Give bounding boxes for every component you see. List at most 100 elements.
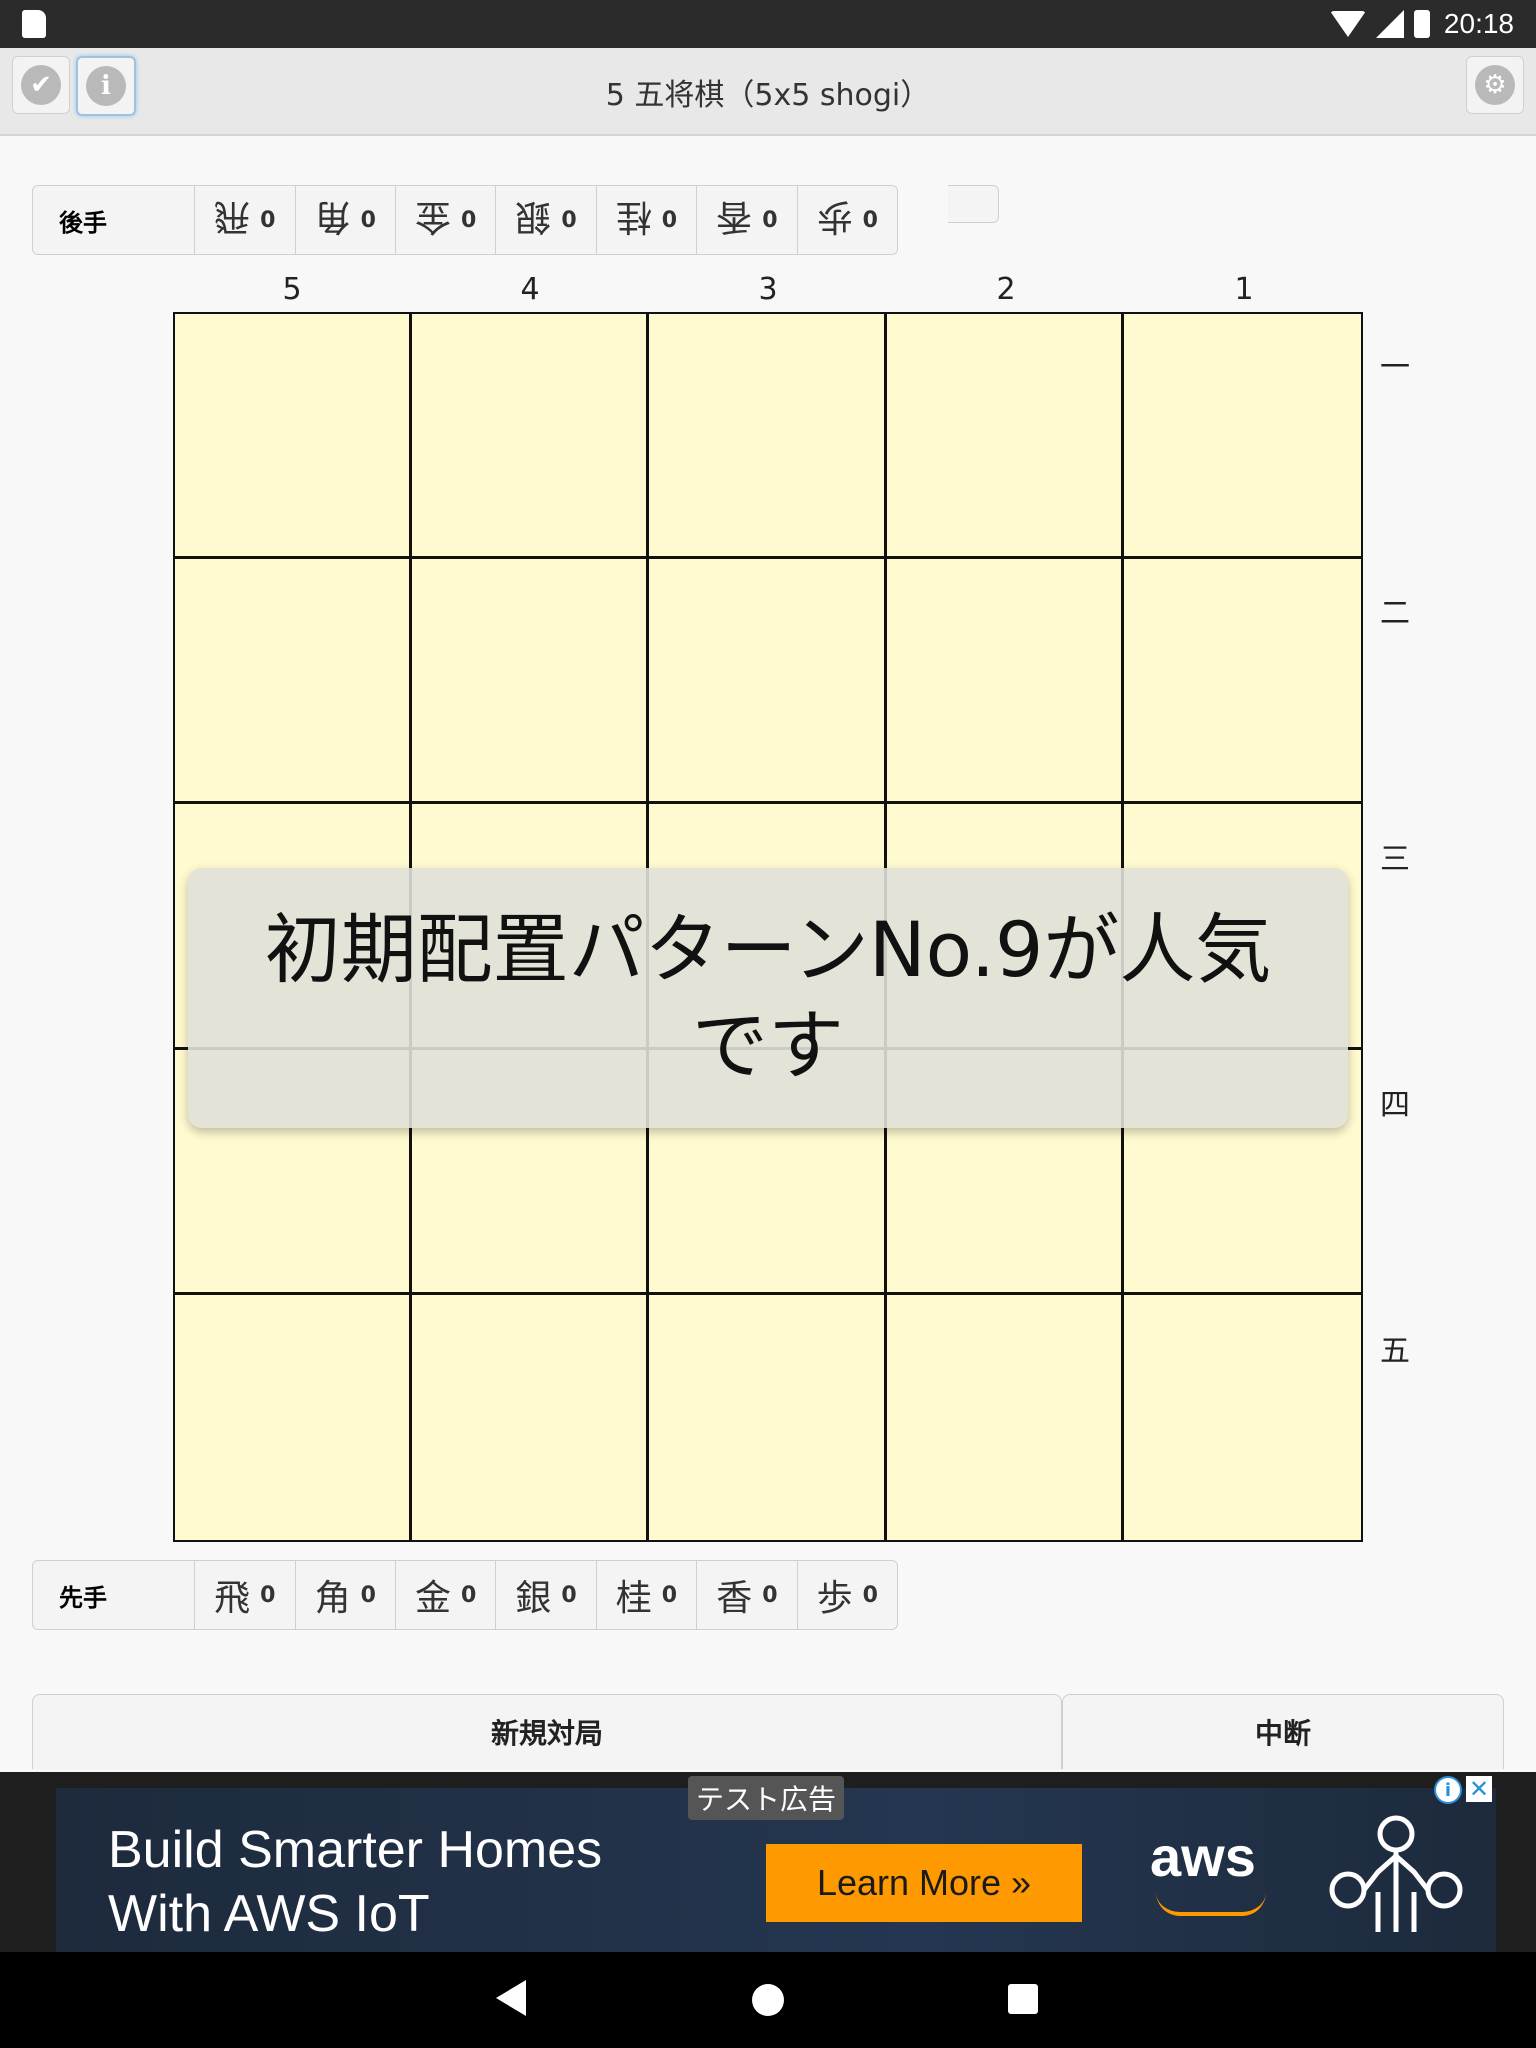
page-title: 5 五将棋（5x5 shogi） (605, 78, 931, 113)
piece-count: 0 (661, 1582, 678, 1608)
board-square[interactable] (175, 559, 413, 805)
piece-count: 0 (460, 1582, 477, 1608)
gote-hand-silver[interactable]: 銀0 (496, 186, 597, 254)
sente-player-label: 先手 (33, 1561, 196, 1629)
piece-count: 0 (661, 207, 678, 233)
piece-name: 金 (414, 196, 451, 237)
piece-count: 0 (862, 207, 878, 233)
gear-icon: ⚙ (1475, 65, 1515, 105)
row-label: 二 (1380, 596, 1410, 631)
piece-name: 角 (314, 1578, 351, 1619)
column-label: 4 (520, 272, 540, 307)
sd-card-icon (22, 10, 46, 38)
ad-headline: Build Smarter Homes With AWS IoT (108, 1821, 603, 1943)
gote-hand-rook[interactable]: 飛0 (195, 186, 296, 254)
piece-count: 0 (460, 207, 477, 233)
piece-count: 0 (260, 1582, 276, 1608)
home-icon[interactable] (752, 1984, 784, 2016)
column-label: 3 (758, 272, 778, 307)
wifi-icon (1329, 11, 1366, 37)
board-square[interactable] (412, 1294, 650, 1540)
piece-count: 0 (561, 1582, 577, 1608)
gote-player-label: 後手 (33, 186, 196, 254)
piece-count: 0 (762, 207, 778, 233)
piece-name: 銀 (515, 1578, 552, 1619)
sente-hand-bishop[interactable]: 角0 (296, 1561, 396, 1629)
status-icons: 20:18 (1329, 0, 1514, 48)
piece-name: 桂 (615, 1578, 652, 1619)
piece-name: 香 (716, 1578, 753, 1619)
gote-hand-pawn[interactable]: 歩0 (798, 186, 897, 254)
column-label: 2 (996, 272, 1016, 307)
piece-count: 0 (360, 207, 376, 233)
piece-name: 飛 (214, 196, 251, 237)
row-label: 四 (1380, 1088, 1410, 1123)
piece-name: 角 (314, 196, 351, 237)
piece-name: 飛 (214, 1578, 251, 1619)
piece-name: 銀 (515, 196, 552, 237)
board-square[interactable] (649, 559, 887, 805)
board-square[interactable] (649, 314, 887, 560)
column-label: 5 (282, 272, 302, 307)
aws-smile-icon (1156, 1892, 1266, 1916)
sente-hand-silver[interactable]: 銀0 (496, 1561, 597, 1629)
gote-hand-lance[interactable]: 香0 (697, 186, 798, 254)
sente-hand-gold[interactable]: 金0 (396, 1561, 497, 1629)
gote-hand-knight[interactable]: 桂0 (597, 186, 698, 254)
sente-hand-rook[interactable]: 飛0 (195, 1561, 296, 1629)
recent-apps-icon[interactable] (1008, 1984, 1038, 2014)
board-square[interactable] (412, 314, 650, 560)
board-square[interactable] (1123, 314, 1361, 560)
piece-name: 金 (414, 1578, 451, 1619)
battery-icon (1413, 10, 1430, 38)
back-icon[interactable] (496, 1980, 526, 2016)
clock: 20:18 (1443, 8, 1514, 39)
new-game-button[interactable]: 新規対局 (32, 1694, 1062, 1769)
ad-info-icon[interactable]: i (1434, 1776, 1462, 1804)
board-square[interactable] (887, 1294, 1124, 1540)
ad-learn-more-button[interactable]: Learn More » (766, 1844, 1082, 1922)
board-square[interactable] (886, 559, 1124, 805)
suspend-button[interactable]: 中断 (1062, 1694, 1504, 1769)
signal-icon (1375, 10, 1404, 38)
status-bar: 20:18 (0, 0, 1536, 48)
board-square[interactable] (175, 314, 413, 560)
aws-logo: aws (1150, 1825, 1256, 1888)
row-label: 三 (1380, 842, 1410, 877)
row-label: 一 (1380, 350, 1410, 385)
piece-name: 歩 (816, 196, 853, 237)
gote-hand: 後手 飛0 角0 金0 銀0 桂0 香0 歩0 (32, 185, 898, 255)
board-square[interactable] (1123, 559, 1361, 805)
piece-name: 香 (716, 196, 753, 237)
ad-close-icon[interactable]: ✕ (1466, 1775, 1492, 1803)
toast-message: 初期配置パターンNo.9が人気です (188, 868, 1348, 1128)
app-header: ✔ i 5 五将棋（5x5 shogi） ⚙ (0, 48, 1536, 136)
gote-hand-gold[interactable]: 金0 (396, 186, 497, 254)
piece-count: 0 (260, 207, 276, 233)
sente-hand: 先手 飛0 角0 金0 銀0 桂0 香0 歩0 (32, 1560, 898, 1630)
piece-count: 0 (862, 1582, 878, 1608)
ad-test-label: テスト広告 (688, 1776, 845, 1820)
gote-hand-bishop[interactable]: 角0 (296, 186, 396, 254)
ad-banner[interactable]: Build Smarter Homes With AWS IoT Learn M… (0, 1772, 1536, 1952)
toast-text: 初期配置パターンNo.9が人気です (264, 905, 1272, 1090)
board-square[interactable] (175, 1294, 413, 1540)
board-square[interactable] (649, 1294, 887, 1540)
board-square[interactable] (412, 559, 650, 805)
navigation-bar (0, 1952, 1536, 2048)
column-labels: 5 4 3 2 1 (173, 272, 1363, 307)
gote-hand-extra-cell (948, 185, 999, 223)
piece-name: 桂 (615, 196, 652, 237)
piece-count: 0 (561, 207, 577, 233)
piece-count: 0 (762, 1582, 778, 1608)
board-square[interactable] (886, 314, 1124, 560)
row-label: 五 (1380, 1334, 1410, 1369)
board-square[interactable] (1124, 1295, 1361, 1540)
settings-button[interactable]: ⚙ (1466, 56, 1524, 114)
iot-hub-icon (1329, 1815, 1463, 1932)
sente-hand-knight[interactable]: 桂0 (597, 1561, 698, 1629)
column-label: 1 (1234, 272, 1254, 307)
sente-hand-pawn[interactable]: 歩0 (798, 1561, 897, 1629)
piece-name: 歩 (816, 1578, 853, 1619)
sente-hand-lance[interactable]: 香0 (697, 1561, 798, 1629)
